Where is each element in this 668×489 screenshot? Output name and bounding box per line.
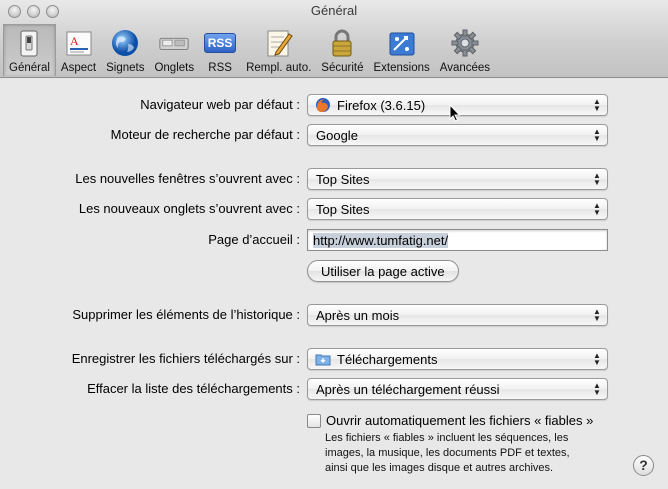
tab-signets-label: Signets <box>106 62 145 74</box>
save-downloads-value: Téléchargements <box>337 351 438 367</box>
help-button[interactable]: ? <box>633 455 654 476</box>
svg-text:A: A <box>70 34 79 48</box>
preferences-toolbar: Général A Aspect Signets Onglets RSS RSS… <box>3 24 495 76</box>
tab-onglets[interactable]: Onglets <box>149 24 199 76</box>
preferences-window: Général Général A Aspect Signets Onglets… <box>0 0 668 489</box>
remove-history-label: Supprimer les éléments de l’historique : <box>72 307 300 322</box>
folder-icon <box>315 351 331 367</box>
tab-securite[interactable]: Sécurité <box>316 24 368 76</box>
tab-autofill-label: Rempl. auto. <box>246 62 312 74</box>
window-title: Général <box>310 3 358 18</box>
open-safe-files-label: Ouvrir automatiquement les fichiers « fi… <box>326 413 594 428</box>
popup-arrows-icon: ▲ ▼ <box>593 171 601 187</box>
puzzle-icon <box>386 27 418 59</box>
tab-signets[interactable]: Signets <box>101 24 149 76</box>
tabs-icon <box>158 27 190 59</box>
homepage-label: Page d’accueil : <box>208 232 300 247</box>
default-browser-label: Navigateur web par défaut : <box>140 97 300 112</box>
default-browser-row: Navigateur web par défaut : Firefox (3.6… <box>0 94 668 116</box>
open-safe-files-option[interactable]: Ouvrir automatiquement les fichiers « fi… <box>307 413 593 428</box>
tab-aspect[interactable]: A Aspect <box>56 24 101 76</box>
new-tabs-row: Les nouveaux onglets s’ouvrent avec : To… <box>0 198 668 220</box>
new-tabs-value: Top Sites <box>316 201 370 217</box>
tab-extensions[interactable]: Extensions <box>368 24 434 76</box>
search-engine-popup[interactable]: Google ▲ ▼ <box>307 124 608 146</box>
clear-downloads-label: Effacer la liste des téléchargements : <box>87 381 300 396</box>
gear-icon <box>449 27 481 59</box>
save-downloads-row: Enregistrer les fichiers téléchargés sur… <box>0 348 668 370</box>
tab-aspect-label: Aspect <box>60 62 97 74</box>
mouse-cursor-icon <box>449 104 461 122</box>
new-tabs-popup[interactable]: Top Sites ▲ ▼ <box>307 198 608 220</box>
description-line: images, la musique, les documents PDF et… <box>325 447 570 459</box>
clear-downloads-value: Après un téléchargement réussi <box>316 381 500 397</box>
firefox-icon <box>315 97 331 113</box>
switch-icon <box>13 27 45 59</box>
search-engine-row: Moteur de recherche par défaut : Google … <box>0 124 668 146</box>
search-engine-label: Moteur de recherche par défaut : <box>110 127 300 142</box>
tab-avancees-label: Avancées <box>439 62 491 74</box>
tab-general-label: Général <box>9 62 50 74</box>
remove-history-popup[interactable]: Après un mois ▲ ▼ <box>307 304 608 326</box>
new-tabs-label: Les nouveaux onglets s’ouvrent avec : <box>78 201 300 216</box>
lock-icon <box>326 27 358 59</box>
homepage-row: Page d’accueil : http://www.tumfatig.net… <box>0 229 668 251</box>
homepage-value: http://www.tumfatig.net/ <box>313 233 449 248</box>
popup-arrows-icon: ▲ ▼ <box>593 127 601 143</box>
clear-downloads-popup[interactable]: Après un téléchargement réussi ▲ ▼ <box>307 378 608 400</box>
popup-arrows-icon: ▲ ▼ <box>593 97 601 113</box>
title-bar: Général Général A Aspect Signets Onglets… <box>0 0 668 78</box>
remove-history-value: Après un mois <box>316 307 400 323</box>
default-browser-value: Firefox (3.6.15) <box>337 97 426 113</box>
tab-avancees[interactable]: Avancées <box>435 24 495 76</box>
description-line: Les fichiers « fiables » incluent les sé… <box>325 432 569 444</box>
open-safe-files-checkbox[interactable] <box>307 413 321 428</box>
new-windows-label: Les nouvelles fenêtres s’ouvrent avec : <box>75 171 300 186</box>
save-downloads-label: Enregistrer les fichiers téléchargés sur… <box>71 351 300 366</box>
tab-autofill[interactable]: Rempl. auto. <box>241 24 316 76</box>
use-current-page-button[interactable]: Utiliser la page active <box>307 260 459 282</box>
new-windows-row: Les nouvelles fenêtres s’ouvrent avec : … <box>0 168 668 190</box>
description-line: ainsi que les images disque et autres ar… <box>325 462 554 474</box>
tab-rss[interactable]: RSS RSS <box>199 24 241 76</box>
remove-history-row: Supprimer les éléments de l’historique :… <box>0 304 668 326</box>
use-current-page-row: Utiliser la page active <box>0 260 668 282</box>
popup-arrows-icon: ▲ ▼ <box>593 381 601 397</box>
save-downloads-popup[interactable]: Téléchargements ▲ ▼ <box>307 348 608 370</box>
search-engine-value: Google <box>316 127 358 143</box>
rss-badge: RSS <box>203 33 237 53</box>
new-windows-value: Top Sites <box>316 171 370 187</box>
homepage-field[interactable]: http://www.tumfatig.net/ <box>307 229 608 251</box>
pencil-form-icon <box>263 27 295 59</box>
tab-securite-label: Sécurité <box>321 62 364 74</box>
tab-rss-label: RSS <box>208 62 232 74</box>
new-windows-popup[interactable]: Top Sites ▲ ▼ <box>307 168 608 190</box>
popup-arrows-icon: ▲ ▼ <box>593 351 601 367</box>
tab-general[interactable]: Général <box>3 24 56 76</box>
popup-arrows-icon: ▲ ▼ <box>593 307 601 323</box>
clear-downloads-row: Effacer la liste des téléchargements : A… <box>0 378 668 400</box>
font-aspect-icon: A <box>63 27 95 59</box>
tab-onglets-label: Onglets <box>154 62 195 74</box>
open-safe-files-description: Les fichiers « fiables » incluent les sé… <box>325 431 625 476</box>
globe-icon <box>109 27 141 59</box>
popup-arrows-icon: ▲ ▼ <box>593 201 601 217</box>
tab-extensions-label: Extensions <box>373 62 430 74</box>
rss-icon: RSS <box>203 27 237 59</box>
